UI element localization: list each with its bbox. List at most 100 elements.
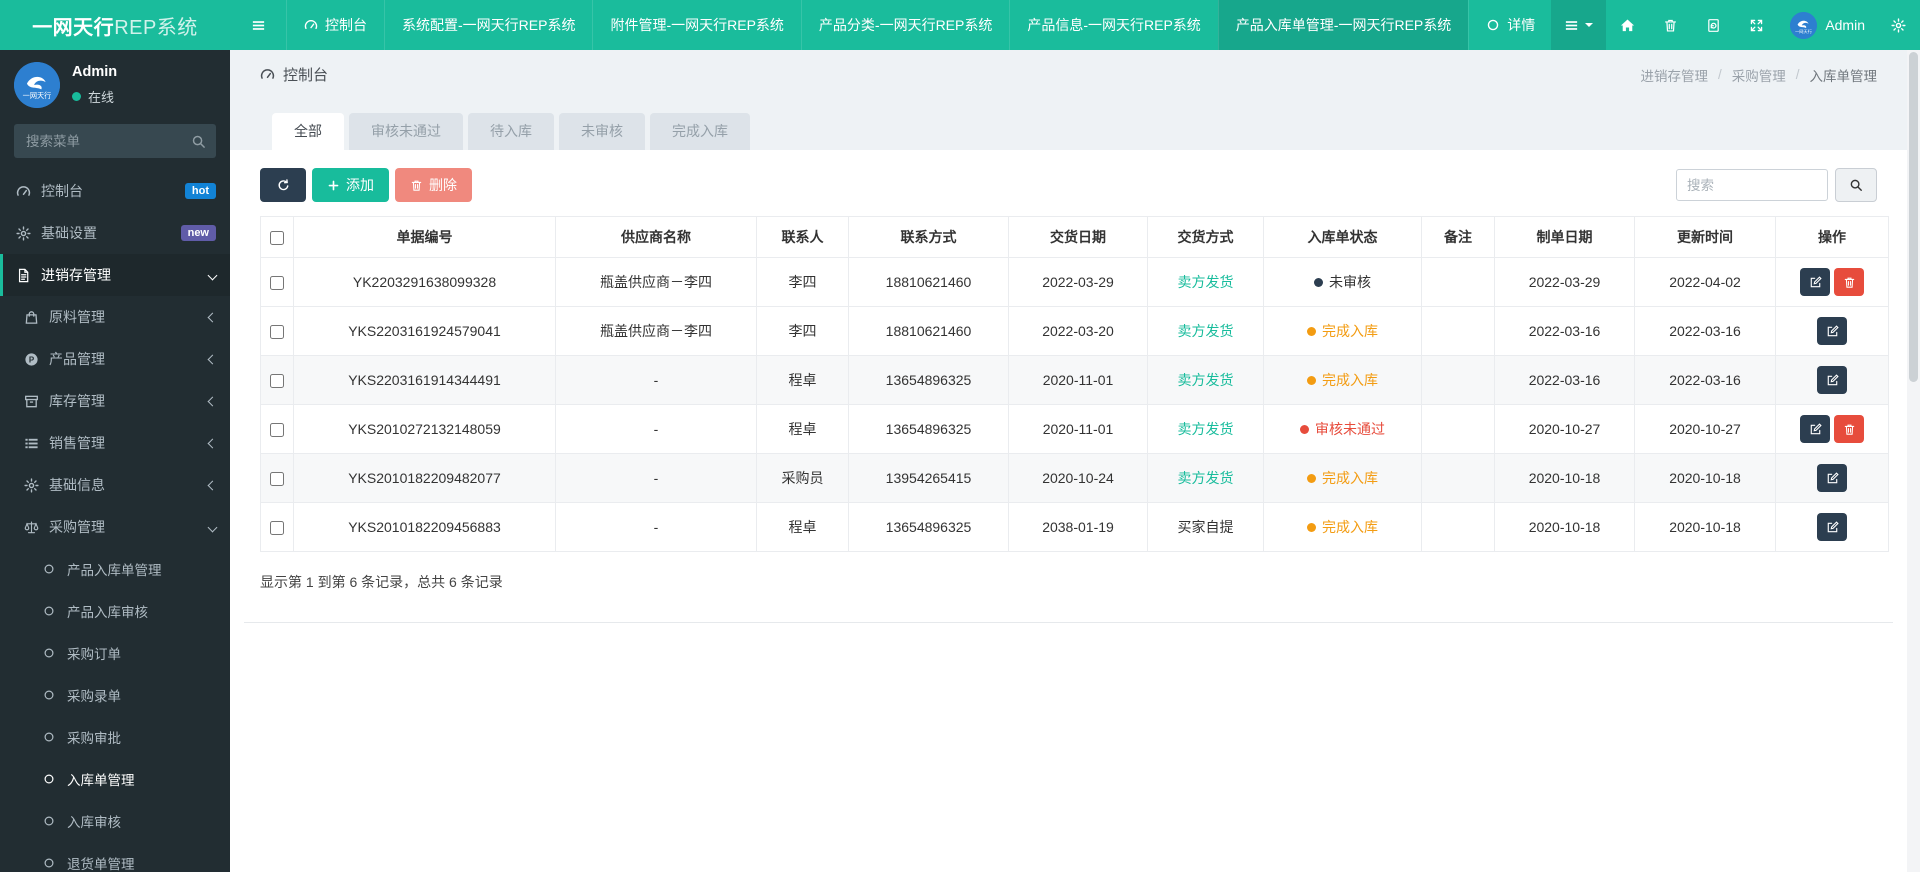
filter-tab[interactable]: 审核未通过 [349, 113, 463, 150]
cell-status: 完成入库 [1263, 502, 1422, 552]
delete-button[interactable]: 删除 [395, 168, 472, 202]
user-menu[interactable]: 一网天行 Admin [1778, 0, 1877, 50]
select-all-checkbox[interactable] [270, 231, 284, 246]
row-checkbox[interactable] [270, 276, 284, 291]
sidebar-subitem[interactable]: 采购审批 [0, 716, 230, 758]
cell-supplier: - [555, 404, 757, 454]
cell-actions [1775, 502, 1889, 552]
edit-row-button[interactable] [1800, 415, 1830, 443]
sidebar-subitem[interactable]: P 产品管理 [0, 338, 230, 380]
content-header-band: 控制台 进销存管理 / 采购管理 / 入库单管理 全部 审核未通过 待入库 未审核 完成入库 [230, 50, 1907, 150]
trash-button[interactable] [1649, 0, 1692, 50]
sidebar-subitem[interactable]: 采购订单 [0, 632, 230, 674]
cell-supplier: 瓶盖供应商－李四 [555, 306, 757, 356]
sidebar-item-label: 产品管理 [49, 351, 105, 367]
navbar-tab[interactable]: 产品入库单管理-一网天行REP系统 [1217, 0, 1469, 50]
nav-list-dropdown-button[interactable] [1551, 0, 1607, 50]
status-dot [1300, 424, 1309, 434]
clear-cache-button[interactable] [1692, 0, 1735, 50]
add-button[interactable]: 添加 [312, 168, 389, 202]
navbar-tab[interactable]: 产品分类-一网天行REP系统 [800, 0, 1009, 50]
table-row: YK2203291638099328 瓶盖供应商－李四 李四 18810621460 2… [260, 257, 1889, 307]
avatar: 一网天行 [14, 62, 60, 108]
cell-status: 审核未通过 [1263, 404, 1422, 454]
circle-icon [40, 563, 58, 575]
sidebar-subitem[interactable]: 基础信息 [0, 464, 230, 506]
dashboard-icon [14, 184, 32, 199]
cell-order-no: YKS2203161924579041 [293, 306, 556, 356]
home-button[interactable] [1606, 0, 1649, 50]
delete-row-button[interactable] [1834, 268, 1864, 296]
sidebar-subitem[interactable]: 原料管理 [0, 296, 230, 338]
filter-tab[interactable]: 完成入库 [650, 113, 750, 150]
edit-icon [1826, 471, 1839, 485]
filter-tab[interactable]: 未审核 [559, 113, 645, 150]
settings-gears-icon [1891, 17, 1906, 33]
row-checkbox[interactable] [270, 374, 284, 389]
navbar-tab[interactable]: 系统配置-一网天行REP系统 [384, 0, 592, 50]
circle-icon [40, 773, 58, 785]
status-label: 完成入库 [1322, 519, 1378, 535]
cell-contact: 李四 [756, 257, 849, 307]
sidebar-item-label: 采购审批 [67, 731, 121, 746]
navbar-tab[interactable]: 产品信息-一网天行REP系统 [1009, 0, 1217, 50]
chevron-down-icon [207, 522, 218, 532]
scrollbar-thumb[interactable] [1909, 52, 1918, 382]
search-button[interactable] [1835, 168, 1877, 202]
edit-row-button[interactable] [1817, 464, 1847, 492]
navbar-tab[interactable]: 详情 [1468, 0, 1551, 50]
edit-row-button[interactable] [1817, 513, 1847, 541]
sidebar-item-label: 基础设置 [41, 225, 97, 241]
delete-row-button[interactable] [1834, 415, 1864, 443]
cell-created-date: 2020-10-18 [1494, 502, 1635, 552]
cell-status: 未审核 [1263, 257, 1422, 307]
sidebar-toggle-button[interactable] [230, 0, 286, 50]
refresh-button[interactable] [260, 168, 306, 202]
cogs-icon [14, 225, 32, 241]
sidebar-item[interactable]: 基础设置 new [0, 212, 230, 254]
sidebar-subitem[interactable]: 采购管理 [0, 506, 230, 548]
navbar-tab-label: 附件管理-一网天行REP系统 [610, 17, 784, 33]
sidebar-subitem[interactable]: 销售管理 [0, 422, 230, 464]
sidebar-subitem[interactable]: 产品入库单管理 [0, 548, 230, 590]
row-checkbox[interactable] [270, 521, 284, 536]
edit-row-button[interactable] [1817, 366, 1847, 394]
cell-order-no: YKS2010272132148059 [293, 404, 556, 454]
sidebar: 一网天行 Admin 在线 控制台 hot 基础设置 new 进销存管理原料管理 P 产品管… [0, 50, 230, 872]
table-toolbar: 添加 删除 [260, 168, 1877, 202]
cell-created-date: 2020-10-27 [1494, 404, 1635, 454]
cell-status: 完成入库 [1263, 453, 1422, 503]
edit-row-button[interactable] [1817, 317, 1847, 345]
scrollbar[interactable] [1907, 50, 1920, 872]
sidebar-subitem[interactable]: 产品入库审核 [0, 590, 230, 632]
sidebar-subitem[interactable]: 退货单管理 [0, 842, 230, 872]
breadcrumb-item[interactable]: 进销存管理 [1640, 65, 1708, 85]
row-checkbox[interactable] [270, 325, 284, 340]
filter-tab[interactable]: 待入库 [468, 113, 554, 150]
breadcrumb-item[interactable]: 入库单管理 [1810, 65, 1878, 85]
sidebar-subitem[interactable]: 入库单管理 [0, 758, 230, 800]
search-icon[interactable] [191, 134, 206, 149]
cell-updated-date: 2022-03-16 [1634, 355, 1776, 405]
row-checkbox[interactable] [270, 423, 284, 438]
settings-button[interactable] [1877, 0, 1920, 50]
sidebar-subitem[interactable]: 入库审核 [0, 800, 230, 842]
row-checkbox[interactable] [270, 472, 284, 487]
sidebar-item[interactable]: 进销存管理 [0, 254, 230, 296]
product-icon: P [22, 352, 40, 367]
edit-row-button[interactable] [1800, 268, 1830, 296]
sidebar-item-label: 基础信息 [49, 477, 105, 493]
filter-tab[interactable]: 全部 [272, 113, 344, 150]
sidebar-item-label: 原料管理 [49, 309, 105, 325]
sidebar-subitem[interactable]: 采购录单 [0, 674, 230, 716]
navbar-tab[interactable]: 控制台 [286, 0, 384, 50]
sidebar-search-input[interactable] [14, 124, 216, 158]
table-search-input[interactable] [1676, 169, 1828, 201]
sidebar-subitem[interactable]: 库存管理 [0, 380, 230, 422]
navbar-tab[interactable]: 附件管理-一网天行REP系统 [592, 0, 800, 50]
sidebar-item[interactable]: 控制台 hot [0, 170, 230, 212]
breadcrumb-item[interactable]: 采购管理 [1732, 65, 1786, 85]
sidebar-user-name: Admin [72, 64, 118, 80]
fullscreen-button[interactable] [1735, 0, 1778, 50]
cell-created-date: 2022-03-29 [1494, 257, 1635, 307]
